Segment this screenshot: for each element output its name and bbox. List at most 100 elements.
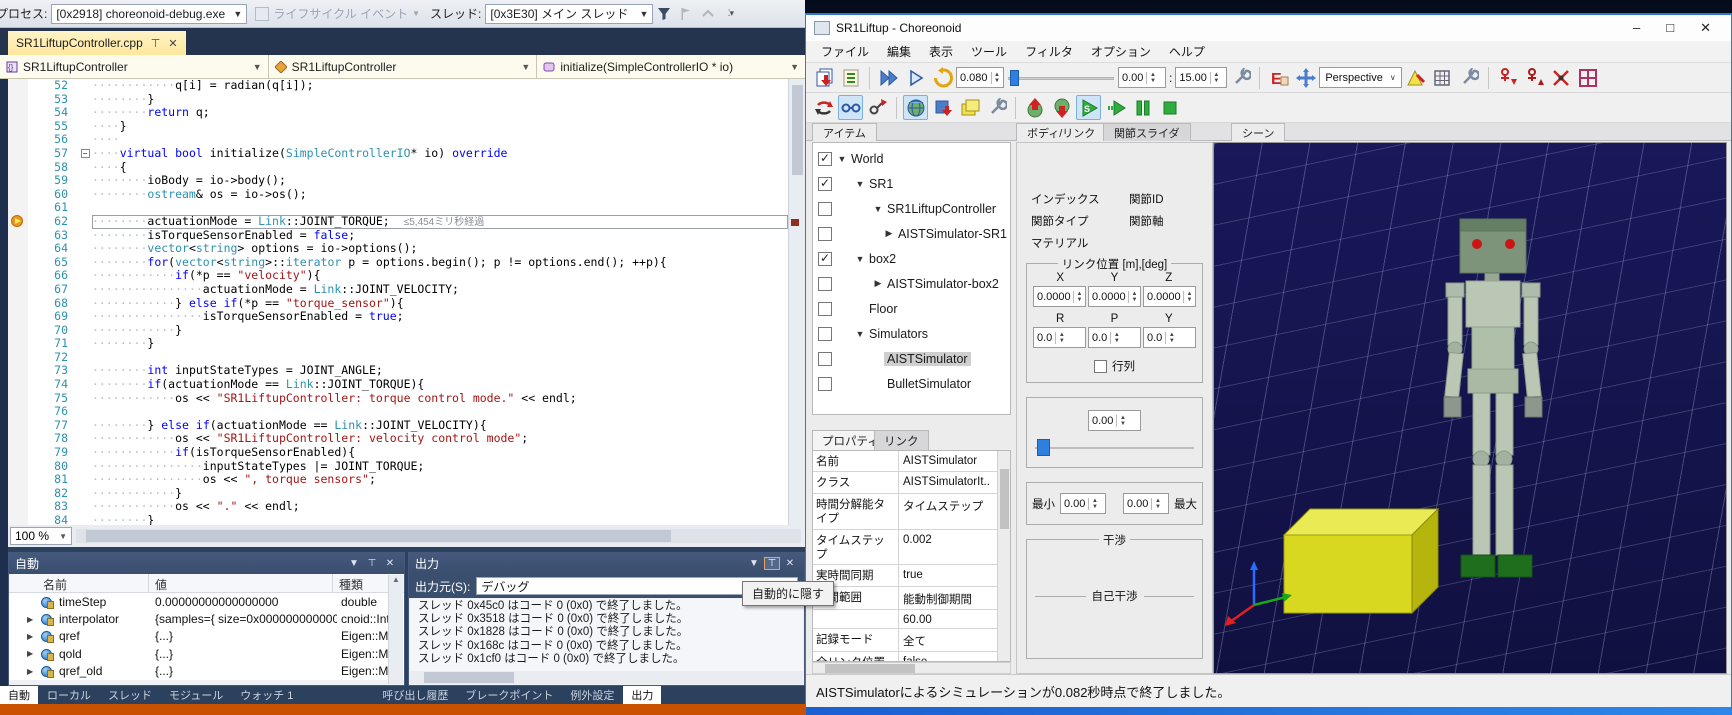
slider-handle[interactable] [1010,70,1019,86]
joint-value-spinbox[interactable]: 0.00▲▼ [1088,410,1141,431]
indicator-margin[interactable] [8,487,28,501]
indicator-margin[interactable] [8,392,28,406]
spin-buttons[interactable]: ▲▼ [1110,332,1122,344]
scrollbar-thumb[interactable] [86,530,671,542]
code-line[interactable]: 65········for(vector<string>::iterator p… [8,256,788,270]
toolbar-overflow-icon[interactable]: ⁚▾ [721,5,739,23]
rotation-spinbox[interactable]: 0.0▲▼ [1088,327,1141,348]
choreonoid-title-bar[interactable]: SR1Liftup - Choreonoid – □ ✕ [806,15,1731,41]
bottom-tab-モジュール[interactable]: モジュール [161,686,231,704]
expander-icon[interactable]: ▼ [872,204,884,214]
code-line[interactable]: 64········vector<string> options = io->o… [8,242,788,256]
indicator-margin[interactable] [8,364,28,378]
close-icon[interactable]: ✕ [782,558,798,569]
projection-combo[interactable]: Perspective∨ [1319,67,1401,88]
code-line[interactable]: 70············} [8,324,788,338]
indicator-margin[interactable] [8,201,28,215]
lifecycle-events-button[interactable]: ライフサイクル イベント ▼ [255,5,420,22]
property-row[interactable]: タイムステップ0.002 [813,530,1010,566]
tab-scene[interactable]: シーン [1231,123,1285,141]
code-line[interactable]: 79············if(isTorqueSensorEnabled){ [8,446,788,460]
stop-simulation-icon[interactable] [1157,95,1182,120]
code-line[interactable]: 57−····virtual bool initialize(SimpleCon… [8,147,788,161]
menu-フィルタ[interactable]: フィルタ [1016,43,1082,60]
item-checkbox[interactable] [818,352,832,366]
property-horizontal-scrollbar[interactable] [812,662,1011,674]
code-line[interactable]: 75············os << "SR1LiftupController… [8,392,788,406]
forward-kinematics-icon[interactable] [838,95,863,120]
output-panel-header[interactable]: 出力 ▼ ⊤ ✕ [409,553,804,574]
spin-buttons[interactable]: ▲▼ [1128,291,1140,303]
expander-icon[interactable]: ▶ [883,228,895,239]
bottom-tab-例外設定[interactable]: 例外設定 [562,686,622,704]
watch-vertical-scrollbar[interactable]: ▲ [388,575,403,684]
code-line[interactable]: 60········ostream& os = io->os(); [8,188,788,202]
current-time-spinbox[interactable]: 0.00▲▼ [1118,67,1166,88]
indicator-margin[interactable] [8,324,28,338]
menu-ファイル[interactable]: ファイル [812,43,878,60]
joint-cross-icon[interactable] [1549,65,1574,90]
item-checkbox[interactable] [818,302,832,316]
time-slider[interactable] [1008,69,1114,87]
code-line[interactable]: 62········actuationMode = Link::JOINT_TO… [8,215,788,229]
joint-slider[interactable] [1035,439,1194,457]
indicator-margin[interactable] [8,147,28,161]
property-row[interactable]: 記録モード全て [813,629,1010,652]
code-line[interactable]: 52············q[i] = radian(q[i]); [8,79,788,93]
code-line[interactable]: 69················isTorqueSensorEnabled … [8,310,788,324]
bottom-tab-ブレークポイント[interactable]: ブレークポイント [457,686,561,704]
navbar-type-dropdown[interactable]: SR1LiftupController▼ [269,55,538,78]
world-globe-icon[interactable] [903,95,928,120]
end-time-spinbox[interactable]: 15.00▲▼ [1175,67,1227,88]
expander-icon[interactable]: ▶ [872,278,884,289]
property-row[interactable]: 全リンク位置姿勢出力false [813,652,1010,662]
output-horizontal-scrollbar[interactable] [410,671,803,684]
max-spinbox[interactable]: 0.00▲▼ [1123,493,1169,514]
code-line[interactable]: 53········} [8,93,788,107]
minimize-button[interactable]: – [1633,20,1640,36]
indicator-margin[interactable] [8,297,28,311]
indicator-margin[interactable] [8,378,28,392]
tree-item-AISTSimulator-box2[interactable]: ▶AISTSimulator-box2 [813,271,1010,296]
reload-items-icon[interactable] [838,65,863,90]
code-line[interactable]: 78············os << "SR1LiftupController… [8,432,788,446]
zoom-level-dropdown[interactable]: 100 %▼ [10,527,72,545]
collapse-icon[interactable]: − [81,149,90,158]
world-upload-icon[interactable] [1022,95,1047,120]
tab-joint-slider[interactable]: 関節スライダ [1103,123,1191,141]
spin-buttons[interactable]: ▲▼ [1073,291,1085,303]
code-line[interactable]: 83············os << "." << endl; [8,500,788,514]
property-row[interactable]: 実時間同期true [813,565,1010,586]
wireframe-cube-icon[interactable] [1430,65,1455,90]
expander-icon[interactable]: ▶ [27,615,37,624]
indicator-margin[interactable] [8,419,28,433]
property-row[interactable]: 時間範囲能動制御期間 [813,587,1010,610]
property-row[interactable]: 60.00 [813,610,1010,629]
property-vertical-scrollbar[interactable] [997,451,1010,661]
code-line[interactable]: 63········isTorqueSensorEnabled = false; [8,229,788,243]
bottom-tab-ウォッチ 1[interactable]: ウォッチ 1 [232,686,301,704]
indicator-margin[interactable] [8,188,28,202]
indicator-margin[interactable] [8,432,28,446]
process-combo[interactable]: [0x2918] choreonoid-debug.exe▼ [51,4,247,24]
tab-body-link[interactable]: ボディ/リンク [1016,123,1106,141]
layers-icon[interactable] [957,95,982,120]
window-position-icon[interactable]: ▼ [746,558,762,569]
body-motion-alt-icon[interactable] [1522,65,1547,90]
code-line[interactable]: 68············} else if(*p == "torque_se… [8,297,788,311]
tree-item-World[interactable]: ▼World [813,146,1010,171]
property-row[interactable]: 名前AISTSimulator [813,451,1010,472]
bottom-tab-出力[interactable]: 出力 [623,686,661,704]
code-line[interactable]: 81················os << ", torque sensor… [8,473,788,487]
property-row[interactable]: 時間分解能タイプタイムステップ [813,494,1010,530]
watch-row[interactable]: ▶interpolator{samples={ size=0x000000000… [9,610,404,627]
timestep-spinbox[interactable]: 0.080▲▼ [956,67,1004,88]
flip-model-icon[interactable] [811,95,836,120]
position-spinbox[interactable]: 0.0000▲▼ [1143,286,1196,307]
close-button[interactable]: ✕ [1700,20,1711,36]
indicator-margin[interactable] [8,229,28,243]
item-checkbox[interactable] [818,252,832,266]
document-tab[interactable]: SR1LiftupController.cpp ⊤ ✕ [8,31,186,55]
start-simulation-icon[interactable]: S [1076,95,1101,120]
indicator-margin[interactable] [8,93,28,107]
